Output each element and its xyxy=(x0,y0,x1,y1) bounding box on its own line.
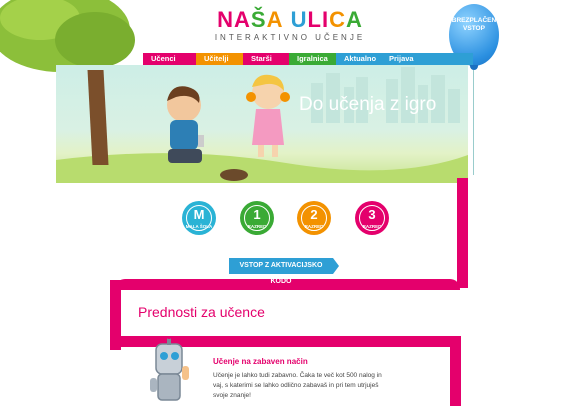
advantages-title: Prednosti za učence xyxy=(138,304,265,320)
grade-button-2[interactable]: 2 RAZRED xyxy=(297,201,331,235)
grade-button-3[interactable]: 3 RAZRED xyxy=(355,201,389,235)
feature-title: Učenje na zabaven način xyxy=(213,357,308,366)
feature-description: Učenje je lahko tudi zabavno. Čaka te ve… xyxy=(213,372,382,399)
grade-sub: RAZRED xyxy=(247,224,267,229)
nav-item-ucitelji[interactable]: Učitelji xyxy=(196,53,243,65)
girl-character xyxy=(246,74,290,157)
nav-label-ucitelji: Učitelji xyxy=(204,54,229,63)
main-nav: Učenci Učitelji Starši Igralnica Aktualn… xyxy=(143,53,473,65)
nav-label-starsi: Starši xyxy=(251,54,272,63)
grade-number: 1 xyxy=(253,207,261,222)
robot-mascot-icon xyxy=(150,336,189,401)
grade-number: M xyxy=(193,207,205,222)
grade-sub: MALA ŠOLA xyxy=(185,224,213,229)
nav-label-aktualno: Aktualno xyxy=(344,54,377,63)
nav-label-ucenci: Učenci xyxy=(151,54,176,63)
balloon-label: BREZPLAČEN VSTOP xyxy=(449,17,499,33)
boy-character xyxy=(167,86,204,163)
balloon-knot xyxy=(470,65,478,70)
nav-label-igralnica: Igralnica xyxy=(297,54,328,63)
nav-label-prijava: Prijava xyxy=(389,54,414,63)
cta-arrow-icon xyxy=(333,258,339,274)
balloon-string xyxy=(473,70,474,175)
grade-number: 3 xyxy=(368,207,376,222)
grade-number: 2 xyxy=(310,207,318,222)
pink-track-segment xyxy=(457,178,468,288)
grade-button-1[interactable]: 1 RAZRED xyxy=(240,201,274,235)
hero-banner xyxy=(56,65,468,183)
pink-track-segment xyxy=(450,336,461,406)
hero-illustration xyxy=(56,67,468,183)
balloon-line1: BREZPLAČEN xyxy=(451,17,497,24)
activation-code-button[interactable]: VSTOP Z AKTIVACIJSKO KODO xyxy=(229,258,333,285)
nav-item-igralnica[interactable]: Igralnica xyxy=(289,53,336,65)
nav-item-aktualno[interactable]: Aktualno xyxy=(336,53,381,65)
nav-item-starsi[interactable]: Starši xyxy=(243,53,289,65)
balloon-line2: VSTOP xyxy=(463,25,485,32)
nav-item-prijava[interactable]: Prijava xyxy=(381,53,473,65)
grade-sub: RAZRED xyxy=(362,224,382,229)
nav-item-ucenci[interactable]: Učenci xyxy=(143,53,196,65)
hero-title: Do učenja z igro xyxy=(299,94,437,115)
grade-button-mala-sola[interactable]: M MALA ŠOLA xyxy=(182,201,216,235)
grade-sub: RAZRED xyxy=(304,224,324,229)
